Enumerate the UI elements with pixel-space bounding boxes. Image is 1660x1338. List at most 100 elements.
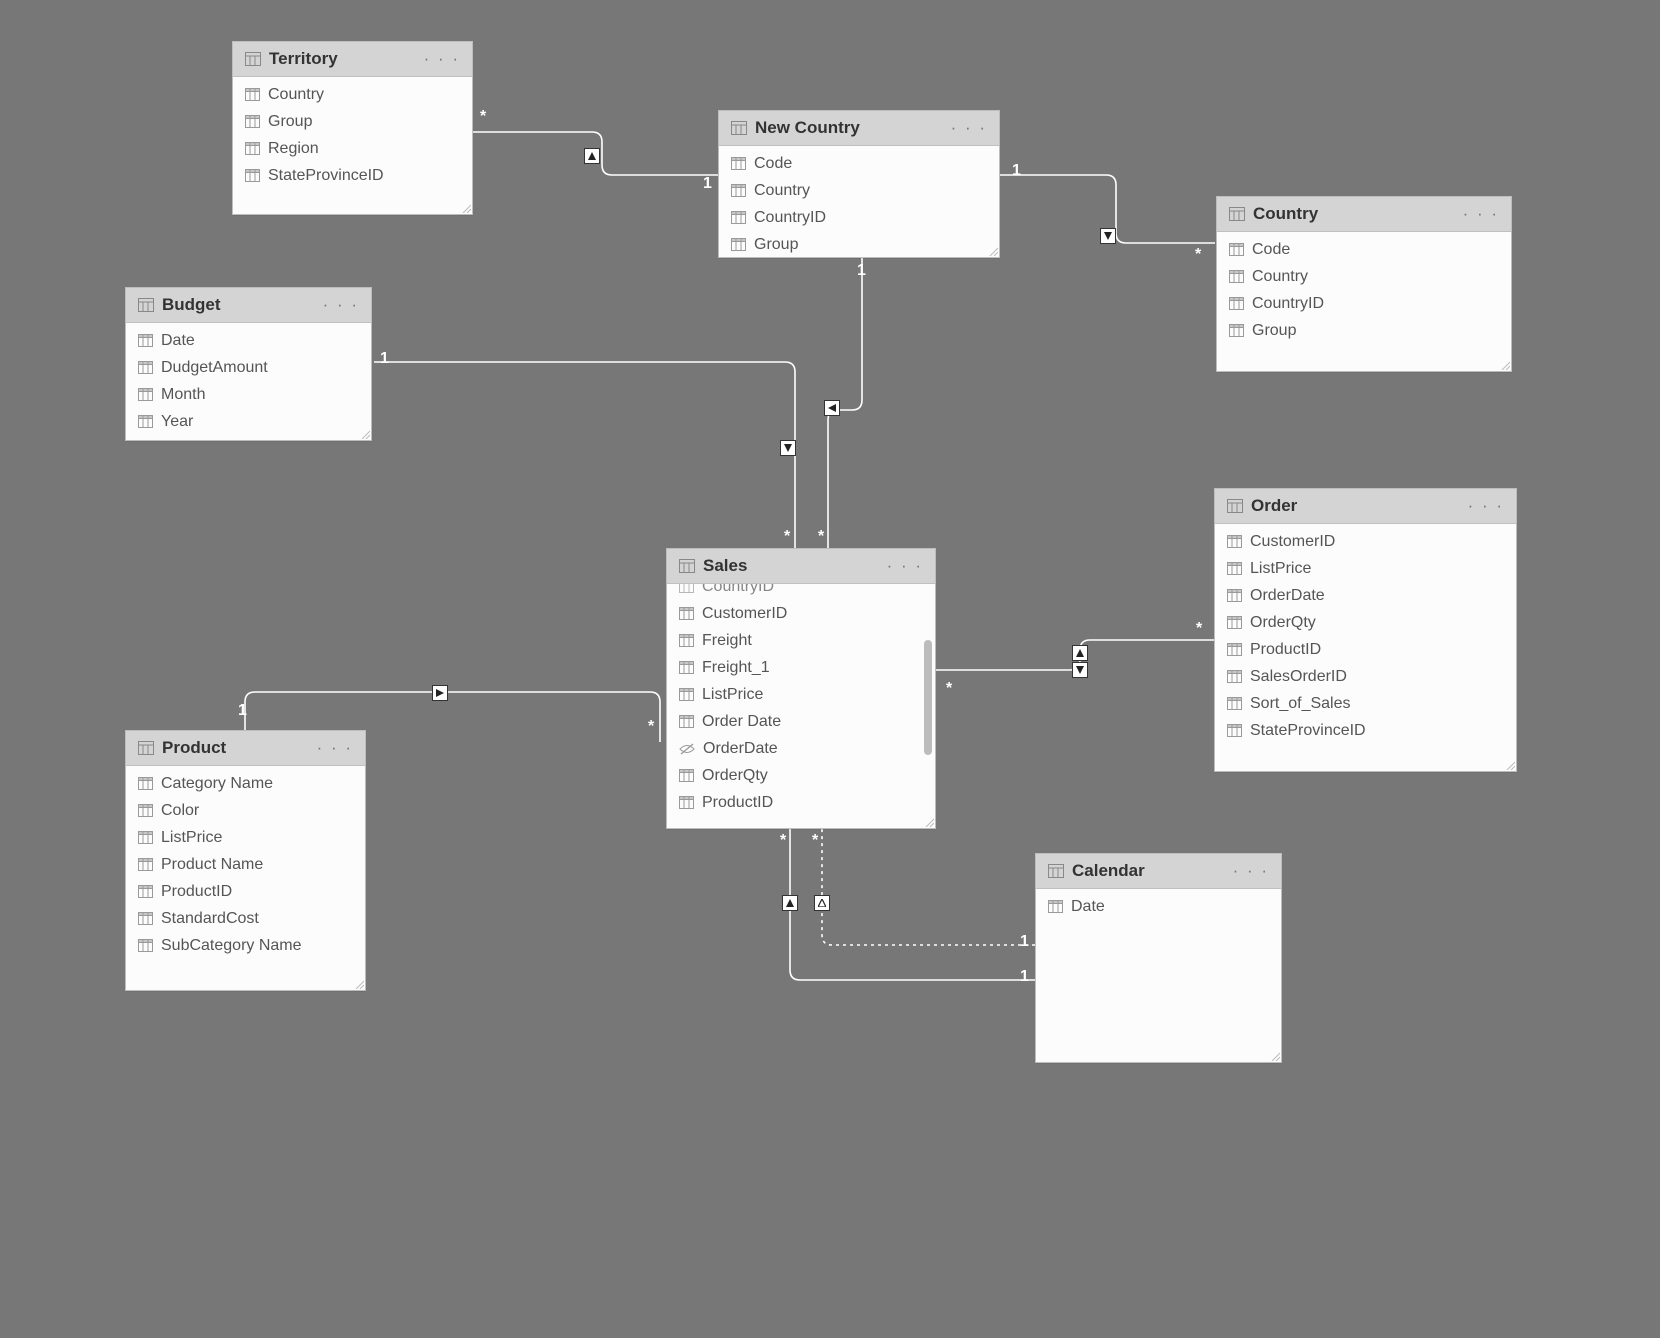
field-label: Freight_1 bbox=[702, 659, 770, 677]
resize-handle[interactable] bbox=[360, 429, 370, 439]
more-options-button[interactable]: · · · bbox=[1231, 861, 1271, 881]
more-options-button[interactable]: · · · bbox=[422, 49, 462, 69]
field-label: Date bbox=[161, 332, 195, 350]
more-options-button[interactable]: · · · bbox=[1466, 496, 1506, 516]
table-card-calendar[interactable]: Calendar· · · Date bbox=[1035, 853, 1282, 1063]
field-row[interactable]: OrderQty bbox=[667, 762, 935, 789]
field-label: SalesOrderID bbox=[1250, 668, 1347, 686]
table-header[interactable]: Sales· · · bbox=[667, 549, 935, 584]
field-row[interactable]: Year bbox=[126, 408, 371, 435]
table-title: Calendar bbox=[1072, 861, 1231, 881]
table-title: Territory bbox=[269, 49, 422, 69]
field-row[interactable]: Group bbox=[233, 108, 472, 135]
column-icon bbox=[245, 169, 260, 182]
field-row[interactable]: Group bbox=[719, 231, 999, 257]
column-icon bbox=[1227, 643, 1242, 656]
field-label: StateProvinceID bbox=[1250, 722, 1366, 740]
resize-handle[interactable] bbox=[354, 979, 364, 989]
field-label: OrderQty bbox=[702, 767, 768, 785]
field-list: CountryGroupRegionStateProvinceID bbox=[233, 77, 472, 214]
field-row[interactable]: Color bbox=[126, 797, 365, 824]
field-row[interactable]: ProductID bbox=[667, 789, 935, 816]
table-card-new-country[interactable]: New Country· · · CodeCountryCountryIDGrou… bbox=[718, 110, 1000, 258]
field-row[interactable]: CountryID bbox=[667, 584, 935, 600]
field-row[interactable]: CustomerID bbox=[667, 600, 935, 627]
field-row[interactable]: SalesOrderID bbox=[1215, 663, 1516, 690]
table-header[interactable]: Product· · · bbox=[126, 731, 365, 766]
field-row[interactable]: CountryID bbox=[1217, 290, 1511, 317]
field-row[interactable]: OrderDate bbox=[667, 735, 935, 762]
field-row[interactable]: Region bbox=[233, 135, 472, 162]
field-label: DudgetAmount bbox=[161, 359, 268, 377]
column-icon bbox=[679, 688, 694, 701]
field-row[interactable]: CustomerID bbox=[1215, 528, 1516, 555]
resize-handle-icon bbox=[1270, 1051, 1280, 1061]
field-row[interactable]: Group bbox=[1217, 317, 1511, 344]
column-icon bbox=[138, 804, 153, 817]
field-label: OrderDate bbox=[703, 740, 778, 758]
filter-direction-icon bbox=[824, 400, 840, 416]
field-row[interactable]: StandardCost bbox=[126, 905, 365, 932]
field-row[interactable]: Freight_1 bbox=[667, 654, 935, 681]
field-row[interactable]: Country bbox=[233, 81, 472, 108]
table-card-territory[interactable]: Territory· · ·CountryGroupRegionStatePro… bbox=[232, 41, 473, 215]
field-row[interactable]: StateProvinceID bbox=[233, 162, 472, 189]
field-row[interactable]: Date bbox=[1036, 893, 1281, 920]
resize-handle[interactable] bbox=[988, 246, 998, 256]
scrollbar-thumb[interactable] bbox=[924, 640, 932, 755]
field-row[interactable]: Code bbox=[1217, 236, 1511, 263]
field-row[interactable]: Order Date bbox=[667, 708, 935, 735]
more-options-button[interactable]: · · · bbox=[885, 556, 925, 576]
table-card-budget[interactable]: Budget· · · Date DudgetAmount Month Year bbox=[125, 287, 372, 441]
field-row[interactable]: ListPrice bbox=[126, 824, 365, 851]
table-header[interactable]: Budget· · · bbox=[126, 288, 371, 323]
field-label: Code bbox=[1252, 241, 1290, 259]
resize-handle[interactable] bbox=[461, 203, 471, 213]
field-row[interactable]: Sort_of_Sales bbox=[1215, 690, 1516, 717]
field-row[interactable]: Freight bbox=[667, 627, 935, 654]
field-row[interactable]: SubCategory Name bbox=[126, 932, 365, 959]
resize-handle[interactable] bbox=[1500, 360, 1510, 370]
table-card-sales[interactable]: Sales· · ·CountryIDCustomerIDFreight Frei… bbox=[666, 548, 936, 829]
field-row[interactable]: ListPrice bbox=[667, 681, 935, 708]
table-header[interactable]: Calendar· · · bbox=[1036, 854, 1281, 889]
field-row[interactable]: ProductID bbox=[1215, 636, 1516, 663]
resize-handle[interactable] bbox=[924, 817, 934, 827]
column-icon bbox=[245, 142, 260, 155]
more-options-button[interactable]: · · · bbox=[315, 738, 355, 758]
cardinality-label: 1 bbox=[857, 262, 866, 280]
field-row[interactable]: Date bbox=[126, 327, 371, 354]
table-header[interactable]: New Country· · · bbox=[719, 111, 999, 146]
more-options-button[interactable]: · · · bbox=[949, 118, 989, 138]
resize-handle[interactable] bbox=[1505, 760, 1515, 770]
field-row[interactable]: Country bbox=[1217, 263, 1511, 290]
table-card-product[interactable]: Product· · ·Category NameColorListPriceP… bbox=[125, 730, 366, 991]
field-row[interactable]: ProductID bbox=[126, 878, 365, 905]
table-card-country[interactable]: Country· · · Code CountryCountryIDGroup bbox=[1216, 196, 1512, 372]
more-options-button[interactable]: · · · bbox=[1461, 204, 1501, 224]
field-label: Month bbox=[161, 386, 205, 404]
column-icon bbox=[1227, 589, 1242, 602]
more-options-button[interactable]: · · · bbox=[321, 295, 361, 315]
field-row[interactable]: Category Name bbox=[126, 770, 365, 797]
column-icon bbox=[138, 334, 153, 347]
field-row[interactable]: CountryID bbox=[719, 204, 999, 231]
cardinality-label: * bbox=[780, 832, 786, 850]
field-row[interactable]: OrderDate bbox=[1215, 582, 1516, 609]
field-row[interactable]: ListPrice bbox=[1215, 555, 1516, 582]
table-header[interactable]: Order· · · bbox=[1215, 489, 1516, 524]
field-row[interactable]: OrderQty bbox=[1215, 609, 1516, 636]
resize-handle-icon bbox=[360, 429, 370, 439]
field-row[interactable]: Code bbox=[719, 150, 999, 177]
table-header[interactable]: Country· · · bbox=[1217, 197, 1511, 232]
table-header[interactable]: Territory· · · bbox=[233, 42, 472, 77]
field-row[interactable]: Country bbox=[719, 177, 999, 204]
cardinality-label: * bbox=[784, 528, 790, 546]
field-row[interactable]: Product Name bbox=[126, 851, 365, 878]
table-card-order[interactable]: Order· · · CustomerIDListPriceOrderDateOr… bbox=[1214, 488, 1517, 772]
field-row[interactable]: StateProvinceID bbox=[1215, 717, 1516, 744]
field-row[interactable]: Month bbox=[126, 381, 371, 408]
model-canvas[interactable]: * 1 1 * 1 * 1 * 1 * * * * * 1 1 Territor… bbox=[0, 0, 1660, 1338]
resize-handle[interactable] bbox=[1270, 1051, 1280, 1061]
field-row[interactable]: DudgetAmount bbox=[126, 354, 371, 381]
